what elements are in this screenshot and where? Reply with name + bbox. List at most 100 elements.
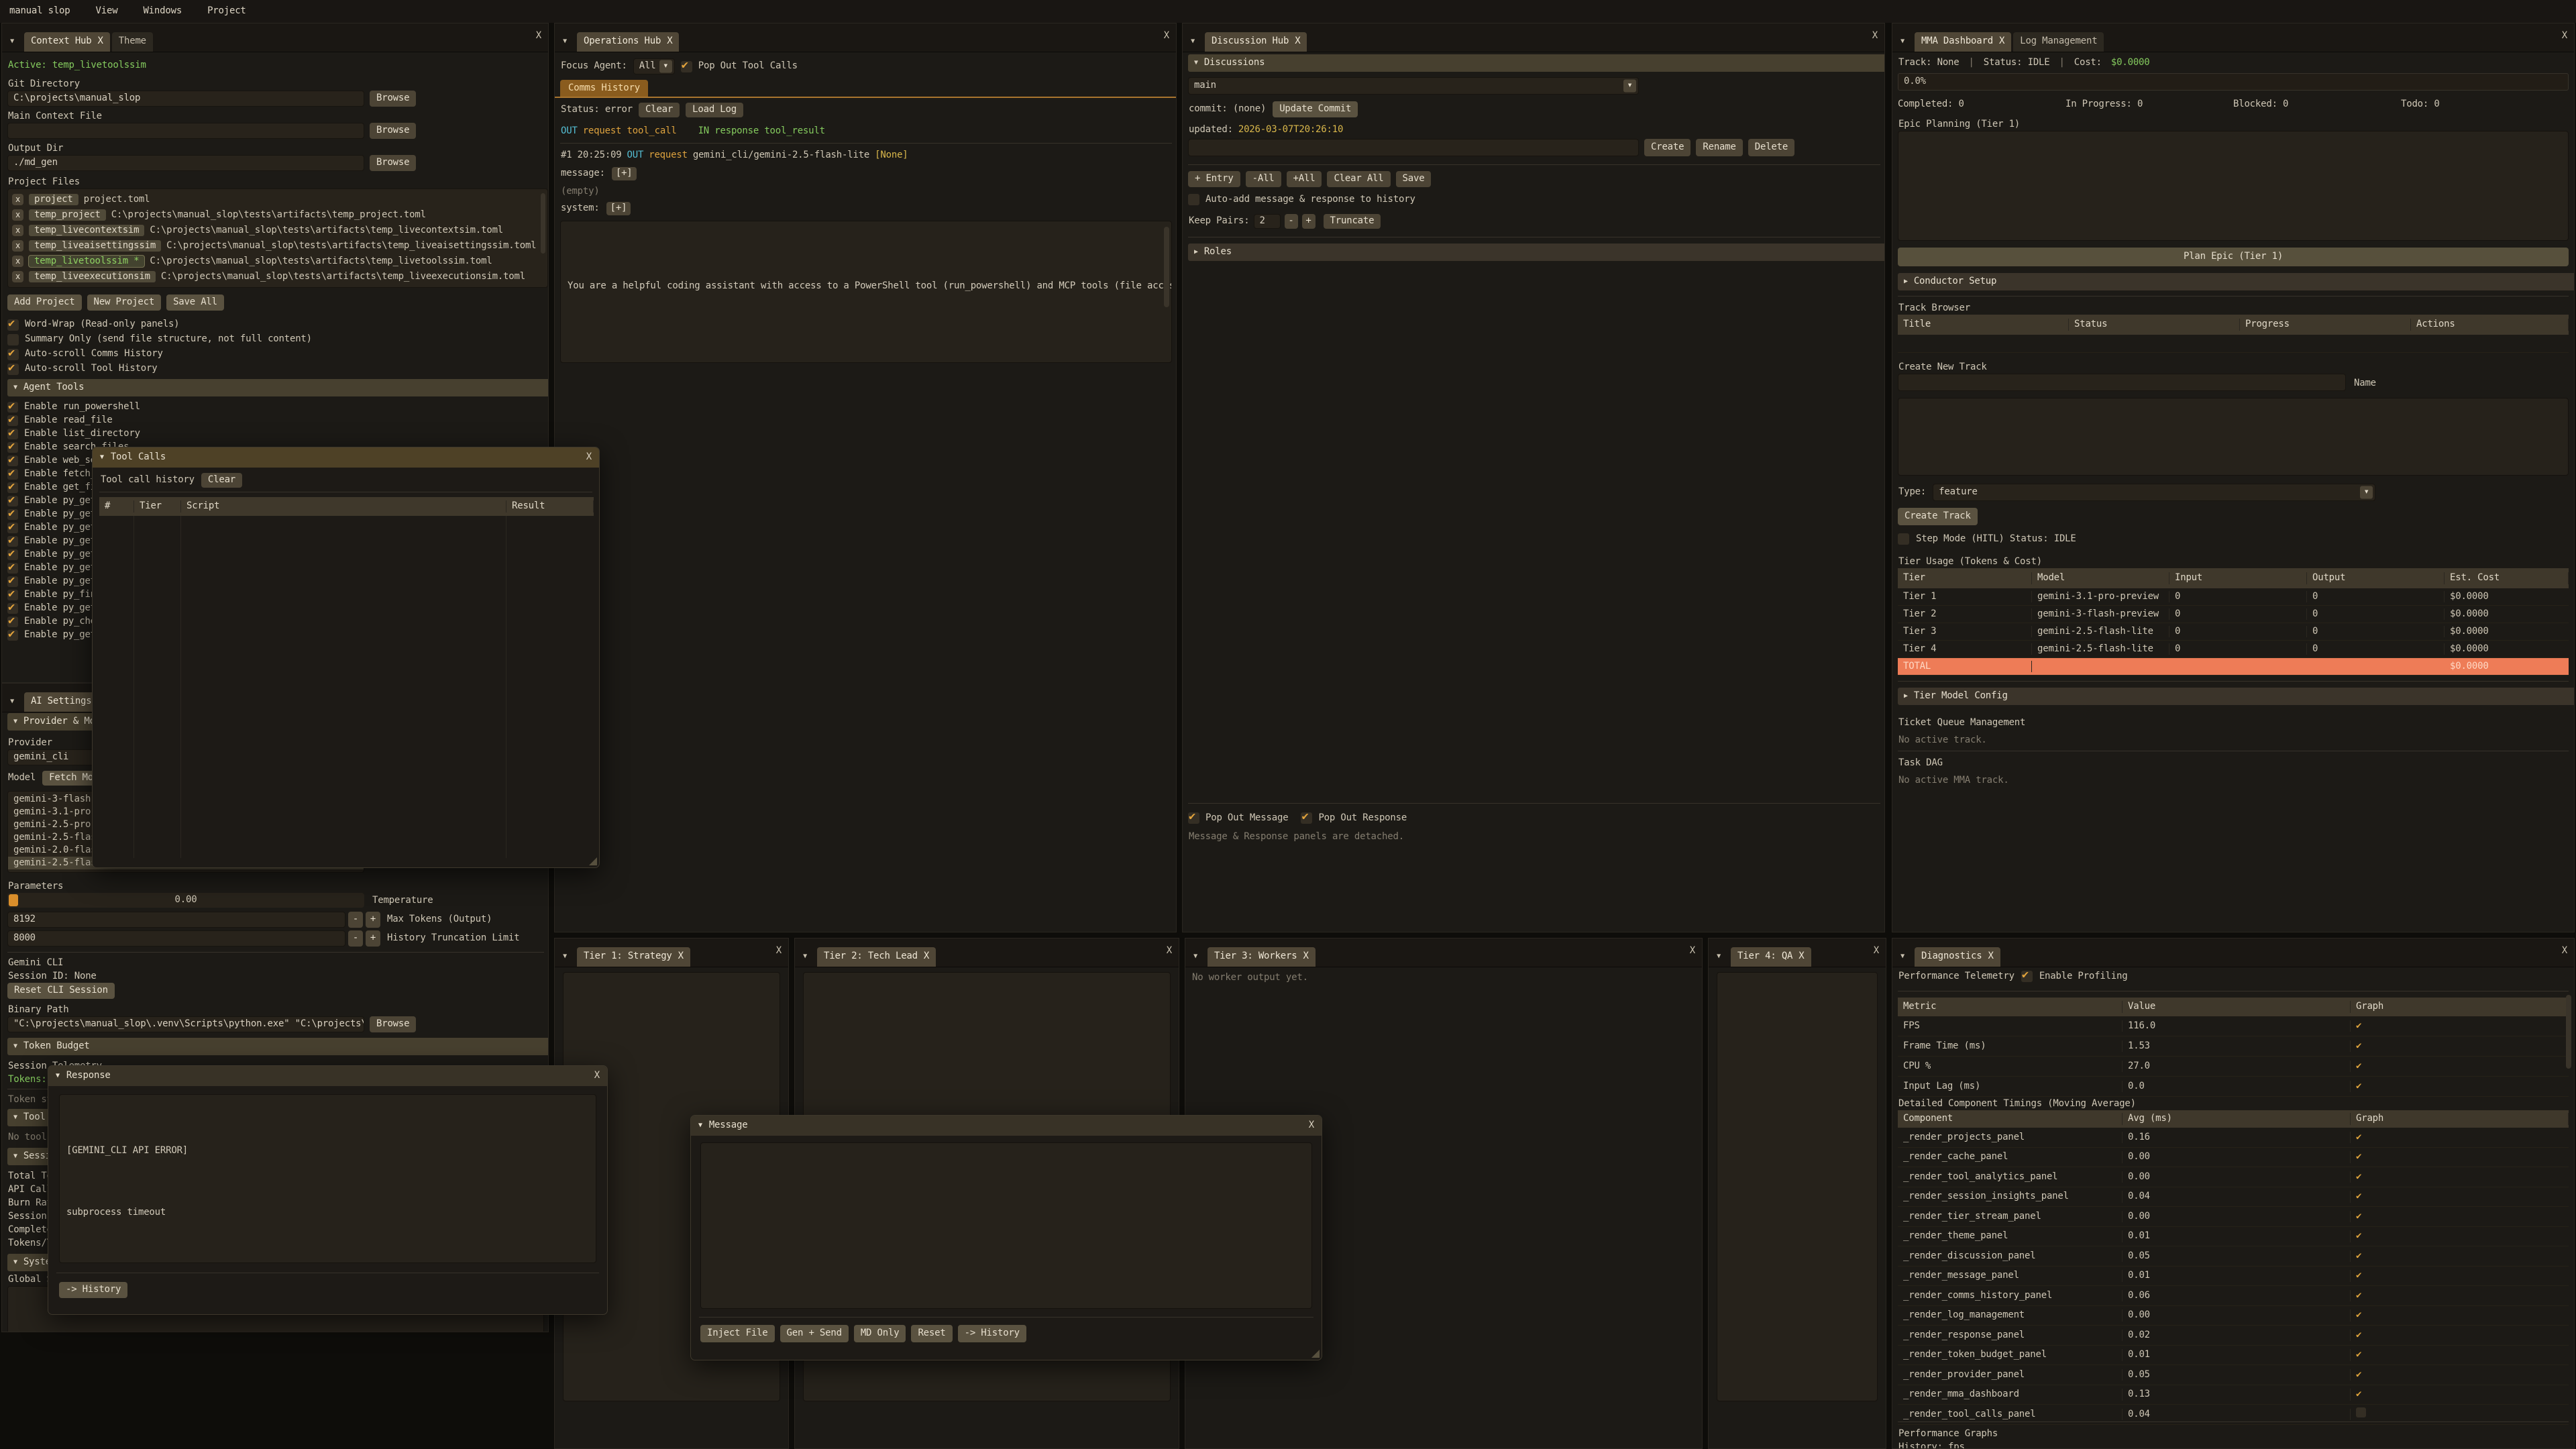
checkbox[interactable] [7,334,19,345]
tool-calls-titlebar[interactable]: ▼ Tool Calls X [93,447,599,468]
checkbox[interactable]: ✔ [7,523,18,533]
close-tab-icon[interactable]: X [678,951,684,961]
column-header[interactable]: Avg (ms) [2123,1113,2351,1125]
checkbox[interactable]: ✔ [7,442,18,453]
discussion-name-input[interactable] [1188,139,1639,156]
remove-file-button[interactable]: x [12,209,23,221]
focus-agent-combo[interactable]: All ▼ [633,58,675,74]
checkbox[interactable]: ✔ [7,415,18,426]
roles-header[interactable]: ▶Roles [1188,244,1884,261]
project-file-chip[interactable]: project [29,194,78,206]
resize-grip-icon[interactable] [589,857,597,865]
close-panel-icon[interactable]: X [776,945,782,957]
tab-comms-history[interactable]: Comms History [560,80,648,97]
dock-options-icon[interactable]: ▼ [5,694,19,710]
checkbox[interactable]: ✔ [7,509,18,520]
minus-button[interactable]: - [348,930,363,947]
prompt-scrollbar[interactable] [1164,227,1169,307]
output-dir-browse-button[interactable]: Browse [370,155,416,171]
track-type-combo[interactable]: feature ▼ [1933,484,2375,501]
checkbox[interactable]: ✔ [7,549,18,560]
history-limit-input[interactable]: 8000 [7,930,345,947]
graph-checkbox[interactable]: ✔ [2356,1230,2361,1241]
response-titlebar[interactable]: ▼ Response X [48,1066,607,1086]
close-panel-icon[interactable]: X [1164,30,1169,42]
close-tab-icon[interactable]: X [667,36,672,46]
menu-item[interactable]: View [96,5,118,17]
conductor-setup-header[interactable]: ▶Conductor Setup [1898,273,2574,290]
column-header[interactable]: Actions [2411,319,2569,331]
option-row[interactable]: ✔ Auto-scroll Tool History [7,362,545,376]
menu-item[interactable]: manual slop [9,5,70,17]
checkbox[interactable]: ✔ [7,603,18,614]
create-button[interactable]: Create [1644,139,1690,156]
message-action-button[interactable]: Inject File [700,1325,775,1342]
dock-options-icon[interactable]: ▼ [1185,34,1200,50]
column-header[interactable]: Component [1898,1113,2123,1125]
close-panel-icon[interactable]: X [1874,945,1879,957]
collapse-icon[interactable]: ▼ [100,453,104,462]
dock-options-icon[interactable]: ▼ [5,34,19,50]
discussion-combo[interactable]: main ▼ [1188,77,1639,95]
minus-button[interactable]: - [348,912,363,928]
main-context-browse-button[interactable]: Browse [370,123,416,139]
project-file-chip[interactable]: temp_livetoolssim * [29,256,144,268]
clear-button[interactable]: Clear [639,103,680,117]
graph-checkbox[interactable]: ✔ [2356,1081,2361,1091]
checkbox[interactable]: ✔ [7,496,18,506]
checkbox[interactable]: ✔ [7,455,18,466]
checkbox[interactable]: ✔ [7,364,19,375]
remove-file-button[interactable]: x [12,271,23,282]
rename-button[interactable]: Rename [1696,139,1742,156]
graph-checkbox[interactable]: ✔ [2356,1330,2361,1340]
remove-file-button[interactable]: x [12,240,23,252]
dock-options-icon[interactable]: ▼ [557,949,572,965]
message-textarea[interactable] [700,1142,1312,1309]
dock-options-icon[interactable]: ▼ [1188,949,1203,965]
graph-checkbox[interactable]: ✔ [2356,1290,2361,1301]
checkbox[interactable]: ✔ [7,536,18,547]
agent-tool-row[interactable]: ✔ Enable read_file [7,414,545,427]
load-log-button[interactable]: Load Log [686,103,743,117]
agent-tools-header[interactable]: ▼ Agent Tools [7,379,548,396]
project-file-row[interactable]: x temp_liveexecutionsim C:\projects\manu… [8,269,547,284]
graph-checkbox[interactable]: ✔ [2356,1040,2361,1051]
temperature-slider[interactable]: 0.00 [7,893,364,908]
checkbox[interactable]: ✔ [7,590,18,600]
checkbox[interactable]: ✔ [7,616,18,627]
create-track-button[interactable]: Create Track [1898,508,1978,525]
project-file-chip[interactable]: temp_project [29,209,106,221]
tier4-output[interactable] [1717,972,1878,1401]
graph-checkbox[interactable]: ✔ [2356,1151,2361,1162]
graph-checkbox[interactable]: ✔ [2356,1349,2361,1360]
graph-checkbox[interactable]: ✔ [2356,1211,2361,1222]
close-window-icon[interactable]: X [1309,1120,1314,1132]
remove-file-button[interactable]: x [12,194,23,205]
collapse-icon[interactable]: ▼ [56,1072,60,1081]
step-mode-checkbox[interactable] [1898,533,1909,545]
project-file-chip[interactable]: temp_liveexecutionsim [29,271,156,283]
delete-button[interactable]: Delete [1748,139,1794,156]
close-tab-icon[interactable]: X [1303,951,1308,961]
collapse-icon[interactable]: ▼ [698,1122,702,1130]
message-action-button[interactable]: Reset [911,1325,952,1342]
remove-file-button[interactable]: x [12,225,23,236]
expand-message-button[interactable]: [+] [612,167,637,180]
project-file-chip[interactable]: temp_liveaisettingssim [29,240,161,252]
binary-path-input[interactable]: "C:\projects\manual_slop\.venv\Scripts\p… [7,1016,364,1032]
pop-out-tool-calls-checkbox[interactable]: ✔ [681,61,692,72]
project-file-row[interactable]: x temp_project C:\projects\manual_slop\t… [8,207,547,223]
graph-checkbox[interactable]: ✔ [2356,1369,2361,1380]
entry-action-button[interactable]: Clear All [1327,171,1390,187]
agent-tool-row[interactable]: ✔ Enable run_powershell [7,400,545,414]
project-file-row[interactable]: x temp_liveaisettingssim C:\projects\man… [8,238,547,254]
output-dir-input[interactable]: ./md_gen [7,155,364,171]
close-tab-icon[interactable]: X [98,36,103,46]
project-file-row[interactable]: x temp_livecontextsim C:\projects\manual… [8,223,547,238]
message-action-button[interactable]: MD Only [854,1325,906,1342]
message-titlebar[interactable]: ▼ Message X [691,1116,1322,1136]
close-tab-icon[interactable]: X [1988,951,1994,961]
checkbox[interactable]: ✔ [7,429,18,439]
column-header[interactable]: Input [2169,572,2307,584]
column-header[interactable]: Status [2069,319,2240,331]
